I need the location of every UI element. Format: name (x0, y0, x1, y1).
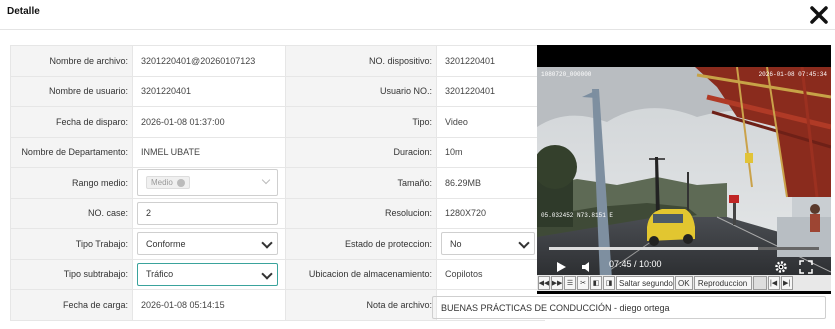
protection-state-select[interactable]: No (441, 232, 535, 256)
settings-gear-icon[interactable] (774, 260, 788, 274)
dialog-header: Detalle (0, 0, 835, 30)
table-row: NO. case: 2 Resolucion: 1280X720 (10, 197, 545, 229)
field-label: Tipo Trabajo: (10, 228, 133, 260)
subwork-type-select[interactable]: Tráfico (137, 262, 278, 286)
field-label: Nombre de Departamento: (10, 136, 133, 168)
field-label: Rango medio: (10, 167, 133, 199)
field-label: Tamaño: (285, 167, 437, 199)
field-label: Nombre de archivo: (10, 45, 133, 77)
department-value: INMEL UBATE (132, 136, 286, 168)
chip-remove-icon[interactable] (176, 178, 185, 187)
table-row: Nombre de archivo: 3201220401@2026010712… (10, 45, 545, 77)
field-label: Fecha de disparo: (10, 106, 133, 138)
media-range-multiselect[interactable]: Medio (137, 169, 278, 197)
video-toolbar: ◀◀ ▶▶ ☰ ✂ ◧ ◨ Saltar segundo OK Reproduc… (537, 275, 831, 291)
skip-end-icon[interactable]: ▶| (780, 276, 793, 290)
work-type-cell: Conforme (132, 228, 286, 260)
storage-location-value: Copilotos (436, 258, 545, 290)
trigger-date-value: 2026-01-08 01:37:00 (132, 106, 286, 138)
file-note-input[interactable]: BUENAS PRÁCTICAS DE CONDUCCIÓN - diego o… (432, 296, 826, 319)
chip-label: Medio (151, 178, 173, 188)
field-label: NO. case: (10, 197, 133, 229)
ok-button[interactable]: OK (675, 276, 693, 290)
playback-button[interactable]: Reproduccion (693, 276, 752, 290)
user-no-value: 3201220401 (436, 75, 545, 107)
close-icon[interactable] (808, 4, 830, 26)
play-icon[interactable] (555, 261, 567, 273)
media-range-chip: Medio (146, 176, 190, 190)
field-label: Ubicacion de almacenamiento: (285, 258, 437, 290)
field-label: Nombre de usuario: (10, 75, 133, 107)
subwork-type-cell: Tráfico (132, 258, 286, 290)
upload-date-value: 2026-01-08 05:14:15 (132, 289, 286, 321)
rewind-icon[interactable]: ◀◀ (538, 276, 550, 290)
field-label: Usuario NO.: (285, 75, 437, 107)
table-row: Nombre de usuario: 3201220401 Usuario NO… (10, 75, 545, 107)
field-label: Estado de proteccion: (285, 228, 437, 260)
field-label: Fecha de carga: (10, 289, 133, 321)
frame-forward-icon[interactable]: ◨ (603, 276, 615, 290)
duration-value: 10m (436, 136, 545, 168)
video-overlay-bottom: 05.032452 N73.8151 E (541, 212, 613, 219)
video-progress-fill (549, 247, 759, 250)
video-overlay-left: 1080720_000000 (541, 71, 592, 78)
user-name-value: 3201220401 (132, 75, 286, 107)
table-row: Tipo subtrabajo: Tráfico Ubicacion de al… (10, 258, 545, 290)
field-label: Nota de archivo: (285, 289, 437, 321)
dialog-title: Detalle (7, 6, 40, 17)
protection-state-cell: No (436, 228, 545, 260)
table-row: Fecha de disparo: 2026-01-08 01:37:00 Ti… (10, 106, 545, 138)
video-overlay-right: 2026-01-08 07:45:34 (759, 71, 828, 78)
scissors-icon[interactable]: ✂ (577, 276, 589, 290)
field-label: NO. dispositivo: (285, 45, 437, 77)
video-progress-bar[interactable] (549, 247, 819, 250)
type-value: Video (436, 106, 545, 138)
field-label: Resolucion: (285, 197, 437, 229)
table-row: Nombre de Departamento: INMEL UBATE Dura… (10, 136, 545, 168)
case-no-cell: 2 (132, 197, 286, 229)
table-row: Tipo Trabajo: Conforme Estado de protecc… (10, 228, 545, 260)
skip-start-icon[interactable]: |◀ (767, 276, 780, 290)
field-label: Tipo subtrabajo: (10, 258, 133, 290)
dropdown-handle[interactable] (752, 276, 767, 290)
video-controls: 07:45 / 10:00 (537, 253, 831, 277)
list-icon[interactable]: ☰ (564, 276, 576, 290)
video-player[interactable]: 1080720_000000 2026-01-08 07:45:34 05.03… (537, 45, 831, 294)
detail-table: Nombre de archivo: 3201220401@2026010712… (10, 45, 545, 321)
case-no-input[interactable]: 2 (137, 201, 278, 225)
device-no-value: 3201220401 (436, 45, 545, 77)
size-value: 86.29MB (436, 167, 545, 199)
field-label: Duracion: (285, 136, 437, 168)
file-name-value: 3201220401@20260107123 (132, 45, 286, 77)
field-label: Tipo: (285, 106, 437, 138)
video-time: 07:45 / 10:00 (609, 259, 662, 269)
skip-seconds-input[interactable]: Saltar segundo (616, 276, 674, 290)
volume-icon[interactable] (581, 261, 593, 273)
fast-forward-icon[interactable]: ▶▶ (551, 276, 563, 290)
table-row: Rango medio: Medio Tamaño: 86.29MB (10, 167, 545, 199)
frame-back-icon[interactable]: ◧ (590, 276, 602, 290)
fullscreen-icon[interactable] (799, 260, 813, 274)
work-type-select[interactable]: Conforme (137, 232, 278, 256)
resolution-value: 1280X720 (436, 197, 545, 229)
media-range-cell: Medio (132, 167, 286, 199)
